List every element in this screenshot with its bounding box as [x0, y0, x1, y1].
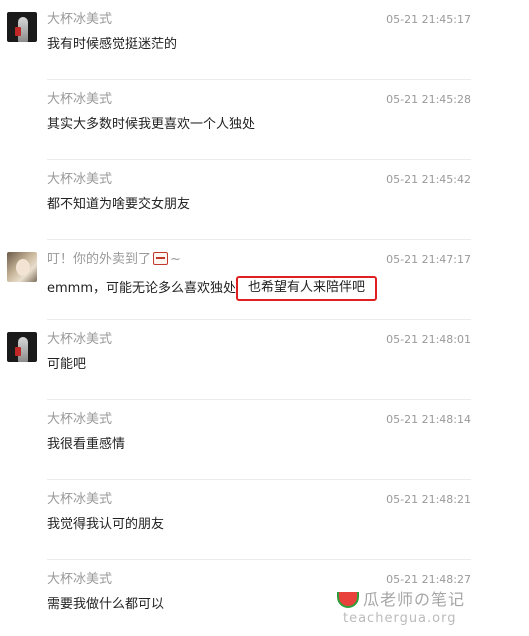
- takeout-box-emoji-icon: [153, 252, 169, 265]
- message-text: 可能吧: [47, 357, 87, 372]
- message-text: 我很看重感情: [47, 437, 126, 452]
- message-timestamp: 05-21 21:45:28: [386, 93, 471, 106]
- message-text: 都不知道为啥要交女朋友: [47, 197, 191, 212]
- sender-name[interactable]: 大杯冰美式: [47, 172, 112, 188]
- sender-name[interactable]: 大杯冰美式: [47, 492, 112, 508]
- sender-name[interactable]: 大杯冰美式: [47, 412, 112, 428]
- sender-name-text: 叮！你的外卖到了: [47, 252, 152, 267]
- avatar[interactable]: [7, 12, 37, 42]
- watermelon-icon: [337, 592, 359, 608]
- sender-name[interactable]: 大杯冰美式: [47, 572, 112, 588]
- message-text: 需要我做什么都可以: [47, 597, 165, 612]
- message-timestamp: 05-21 21:45:42: [386, 173, 471, 186]
- message-text-plain: emmm，可能无论多么喜欢独处: [47, 281, 236, 296]
- message-timestamp: 05-21 21:48:21: [386, 493, 471, 506]
- chat-message: 大杯冰美式 05-21 21:48:01 可能吧: [0, 320, 529, 400]
- message-timestamp: 05-21 21:45:17: [386, 13, 471, 26]
- message-timestamp: 05-21 21:47:17: [386, 253, 471, 266]
- message-text: 我有时候感觉挺迷茫的: [47, 37, 178, 52]
- message-timestamp: 05-21 21:48:01: [386, 333, 471, 346]
- watermark-title: 瓜老师の笔记: [363, 590, 466, 609]
- message-timestamp: 05-21 21:48:27: [386, 573, 471, 586]
- chat-message: 叮！你的外卖到了 ~ 05-21 21:47:17 emmm，可能无论多么喜欢独处…: [0, 240, 529, 320]
- avatar[interactable]: [7, 332, 37, 362]
- chat-message: 大杯冰美式 05-21 21:45:28 其实大多数时候我更喜欢一个人独处: [0, 80, 529, 160]
- sender-name[interactable]: 叮！你的外卖到了 ~: [47, 252, 181, 268]
- sender-name[interactable]: 大杯冰美式: [47, 92, 112, 108]
- chat-message: 大杯冰美式 05-21 21:45:42 都不知道为啥要交女朋友: [0, 160, 529, 240]
- sender-name[interactable]: 大杯冰美式: [47, 12, 112, 28]
- watermark: 瓜老师の笔记 teachergua.org: [337, 590, 507, 632]
- chat-message: 大杯冰美式 05-21 21:45:17 我有时候感觉挺迷茫的: [0, 0, 529, 80]
- watermark-url: teachergua.org: [343, 611, 457, 626]
- sender-name-suffix: ~: [170, 252, 181, 267]
- message-text: 其实大多数时候我更喜欢一个人独处: [47, 117, 256, 132]
- message-text: 我觉得我认可的朋友: [47, 517, 165, 532]
- chat-message: 大杯冰美式 05-21 21:48:14 我很看重感情: [0, 400, 529, 480]
- avatar[interactable]: [7, 252, 37, 282]
- message-text: emmm，可能无论多么喜欢独处 也希望有人来陪伴吧: [47, 276, 378, 302]
- chat-message: 大杯冰美式 05-21 21:48:21 我觉得我认可的朋友: [0, 480, 529, 560]
- sender-name[interactable]: 大杯冰美式: [47, 332, 112, 348]
- highlighted-text: 也希望有人来陪伴吧: [236, 276, 378, 301]
- message-timestamp: 05-21 21:48:14: [386, 413, 471, 426]
- chat-history: 大杯冰美式 05-21 21:45:17 我有时候感觉挺迷茫的 大杯冰美式 05…: [0, 0, 529, 636]
